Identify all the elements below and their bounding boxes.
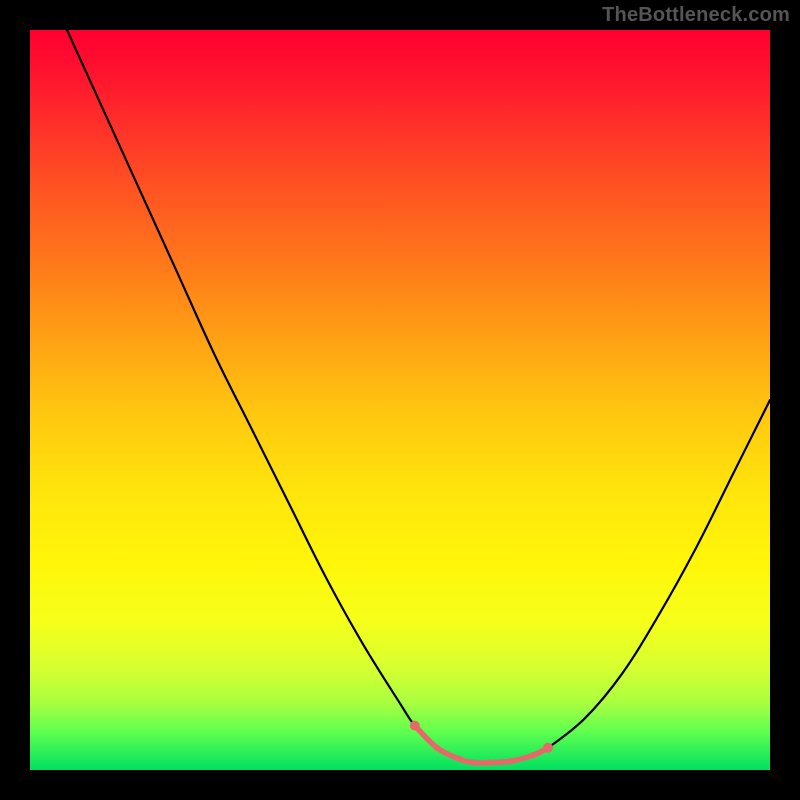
optimal-zone-dot — [508, 758, 514, 764]
optimal-zone-dot — [410, 721, 420, 731]
bottleneck-curve — [67, 30, 770, 763]
optimal-zone-dot — [530, 752, 536, 758]
watermark-text: TheBottleneck.com — [602, 4, 790, 27]
optimal-zone-dot — [434, 745, 440, 751]
optimal-zone-dot — [471, 759, 477, 765]
plot-area — [30, 30, 770, 770]
optimal-zone-dot — [456, 756, 462, 762]
chart-frame: TheBottleneck.com — [0, 0, 800, 800]
optimal-zone-line — [415, 726, 548, 763]
chart-svg — [30, 30, 770, 770]
optimal-zone-markers — [410, 721, 553, 766]
optimal-zone-dot — [543, 743, 553, 753]
optimal-zone-dot — [486, 759, 492, 765]
